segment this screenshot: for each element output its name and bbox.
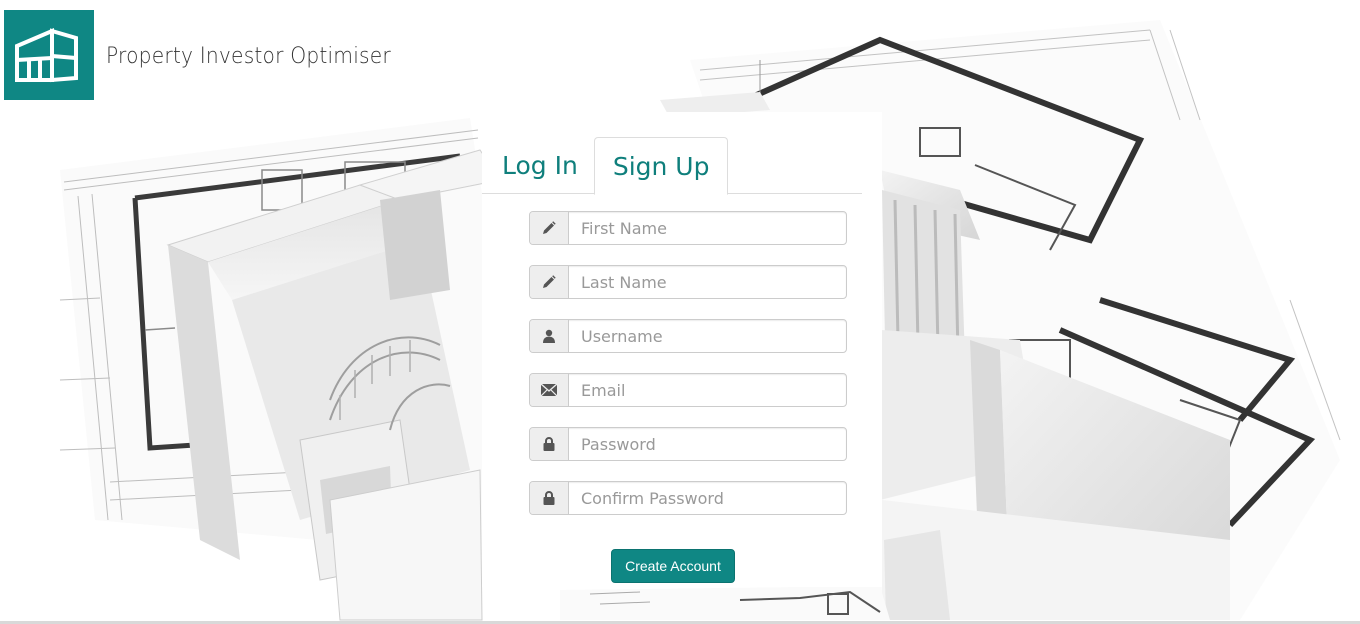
- password-input[interactable]: [569, 428, 846, 460]
- bottom-sketch: [560, 586, 890, 620]
- create-account-button[interactable]: Create Account: [611, 549, 735, 583]
- username-input[interactable]: [569, 320, 846, 352]
- user-icon: [530, 320, 569, 352]
- confirm-password-field: [529, 481, 847, 515]
- confirm-password-input[interactable]: [569, 482, 846, 514]
- username-field: [529, 319, 847, 353]
- first-name-field: [529, 211, 847, 245]
- tab-log-in[interactable]: Log In: [482, 137, 594, 194]
- tab-sign-up[interactable]: Sign Up: [593, 137, 729, 195]
- building-logo-icon: [15, 27, 78, 83]
- pencil-icon: [530, 266, 569, 298]
- first-name-input[interactable]: [569, 212, 846, 244]
- last-name-field: [529, 265, 847, 299]
- envelope-icon: [530, 374, 569, 406]
- auth-panel: Log In Sign Up First Name Last Name User…: [482, 112, 882, 587]
- app-title: Property Investor Optimiser: [106, 44, 391, 69]
- email-input[interactable]: [569, 374, 846, 406]
- pencil-icon: [530, 212, 569, 244]
- last-name-input[interactable]: [569, 266, 846, 298]
- auth-tabs: Log In Sign Up: [482, 137, 862, 195]
- logo[interactable]: [4, 10, 94, 100]
- lock-icon: [530, 428, 569, 460]
- lock-icon: [530, 482, 569, 514]
- password-field: [529, 427, 847, 461]
- email-field: [529, 373, 847, 407]
